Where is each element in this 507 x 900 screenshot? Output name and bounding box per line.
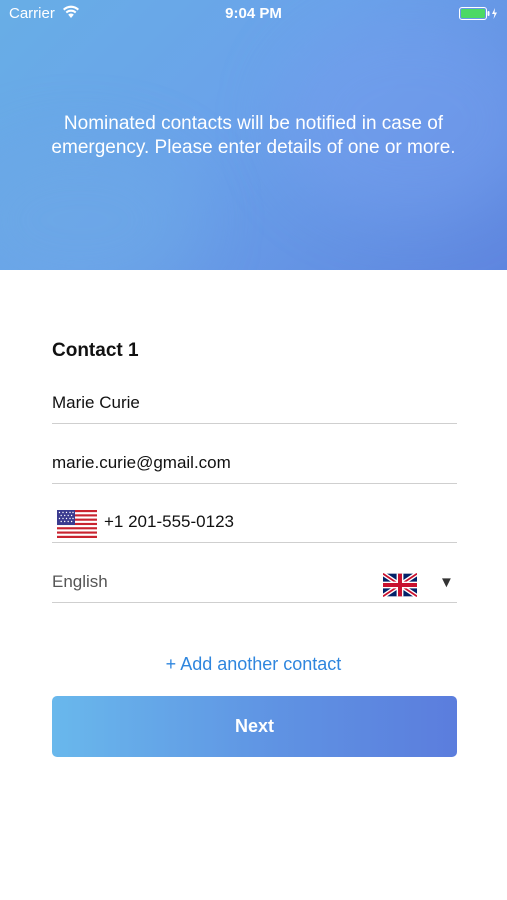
email-field[interactable]: marie.curie@gmail.com	[52, 445, 457, 484]
language-select[interactable]: English ▼	[52, 564, 457, 603]
language-value: English	[52, 572, 108, 591]
add-another-contact-link[interactable]: + Add another contact	[0, 654, 507, 675]
header-banner: Carrier 9:04 PM Nominated contacts will …	[0, 0, 507, 270]
emergency-contacts-screen: Carrier 9:04 PM Nominated contacts will …	[0, 0, 507, 900]
name-value: Marie Curie	[52, 393, 140, 412]
phone-value: +1 201-555-0123	[104, 512, 234, 531]
contact-section-title: Contact 1	[52, 340, 139, 361]
dropdown-arrow-icon[interactable]: ▼	[439, 574, 454, 591]
uk-flag-icon	[383, 573, 417, 597]
phone-field[interactable]: +1 201-555-0123	[52, 504, 457, 543]
us-flag-icon[interactable]	[57, 510, 97, 538]
battery-icon	[459, 7, 497, 20]
email-value: marie.curie@gmail.com	[52, 453, 231, 472]
next-button[interactable]: Next	[52, 696, 457, 757]
status-bar: Carrier 9:04 PM	[0, 0, 507, 28]
status-time: 9:04 PM	[225, 5, 282, 22]
name-field[interactable]: Marie Curie	[52, 385, 457, 424]
emergency-info-message: Nominated contacts will be notified in c…	[51, 113, 456, 158]
